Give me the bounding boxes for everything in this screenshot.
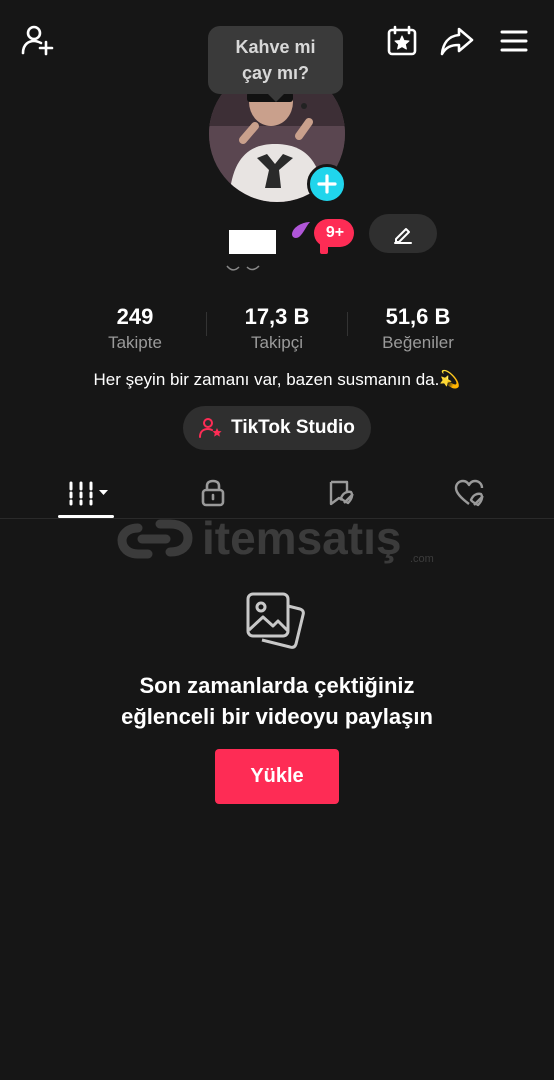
watermark-suffix: .com (410, 553, 434, 565)
lock-icon (201, 479, 225, 507)
stat-followers-label: Takipçi (251, 333, 303, 352)
username-subtext-redacted (226, 265, 260, 271)
notification-badge[interactable]: 9+ (314, 219, 354, 247)
edit-profile-button[interactable] (369, 214, 437, 253)
empty-state-title: Son zamanlarda çektiğiniz eğlenceli bir … (0, 670, 554, 732)
bubble-line-2: çay mı? (241, 63, 310, 83)
calendar-star-icon[interactable] (382, 21, 422, 61)
share-icon[interactable] (437, 21, 477, 61)
tiktok-studio-button[interactable]: TikTok Studio (183, 406, 371, 450)
creator-star-icon (199, 418, 222, 438)
username-redacted (229, 230, 276, 254)
profile-note-bubble[interactable]: Kahve mi çay mı? (208, 26, 343, 102)
stat-following-label: Takipte (108, 333, 162, 352)
tab-favorites[interactable] (272, 468, 410, 518)
tab-private[interactable] (144, 468, 282, 518)
favorites-icon (329, 480, 354, 506)
tab-liked[interactable] (400, 468, 538, 518)
stat-following[interactable]: 249 Takipte (65, 302, 205, 354)
stat-followers-value: 17,3 B (244, 304, 310, 329)
sparkle-icon (292, 222, 310, 238)
tab-videos[interactable] (20, 468, 158, 518)
watermark-text: itemsatış (202, 512, 401, 564)
videos-grid-icon (69, 481, 108, 506)
add-friend-icon[interactable] (18, 20, 58, 60)
profile-bio: Her şeyin bir zamanı var, bazen susmanın… (93, 370, 461, 389)
empty-state-line-2: eğlenceli bir videoyu paylaşın (121, 704, 433, 729)
stat-likes-value: 51,6 B (385, 304, 451, 329)
upload-button[interactable]: Yükle (215, 749, 339, 804)
stat-likes[interactable]: 51,6 B Beğeniler (348, 302, 488, 354)
stat-following-value: 249 (116, 304, 154, 329)
liked-icon (454, 479, 484, 507)
add-avatar-button[interactable] (307, 164, 347, 204)
pencil-icon (394, 227, 412, 244)
stat-likes-label: Beğeniler (382, 333, 454, 352)
watermark-logo: itemsatış .com (117, 512, 434, 565)
menu-icon[interactable] (494, 21, 534, 61)
empty-state-line-1: Son zamanlarda çektiğiniz (139, 673, 415, 698)
tiktok-studio-label: TikTok Studio (231, 417, 355, 438)
stat-followers[interactable]: 17,3 B Takipçi (207, 302, 347, 354)
photo-stack-icon (246, 592, 305, 649)
bubble-line-1: Kahve mi (235, 37, 316, 57)
